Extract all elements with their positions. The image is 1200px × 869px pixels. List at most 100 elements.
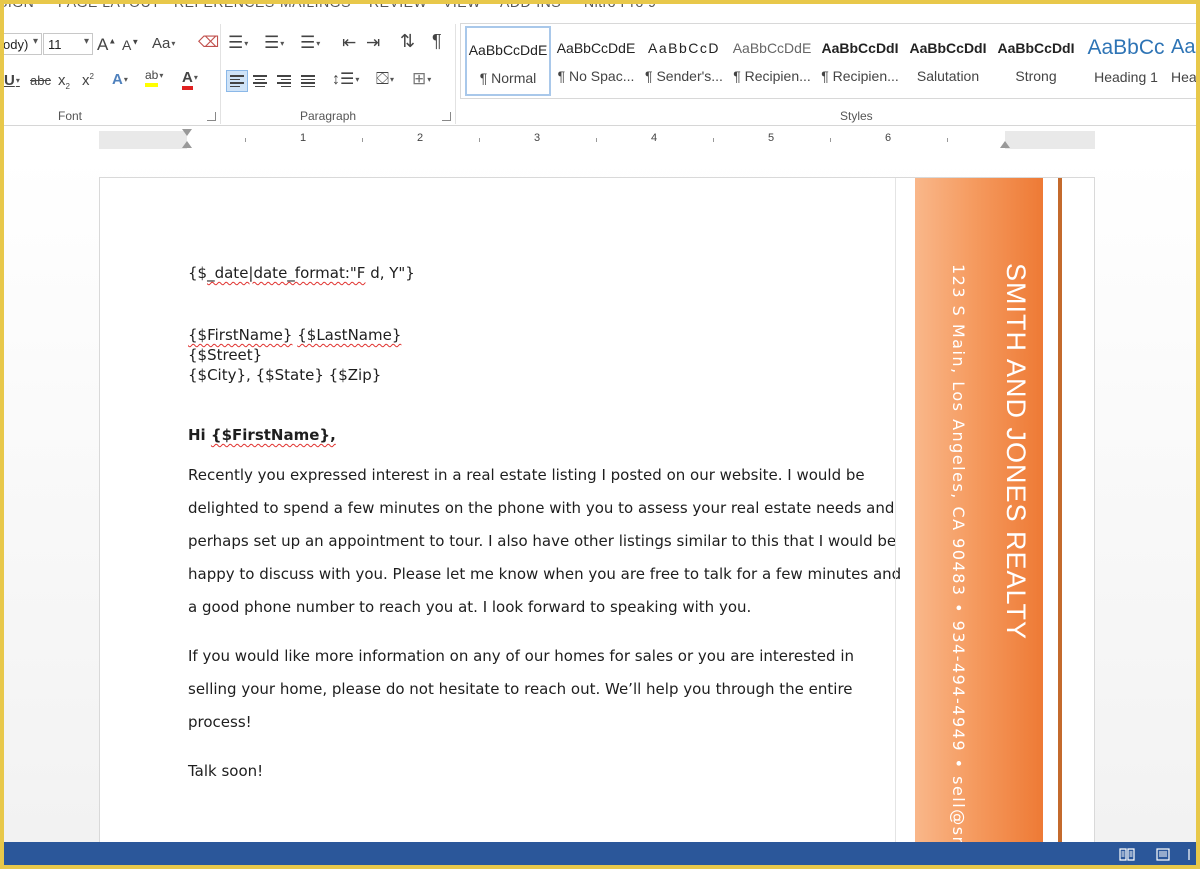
ruler-number: 4 [651,132,658,144]
paragraph-line: selling your home, please do not hesitat… [188,680,853,698]
font-size-select[interactable]: 11 ▾ [43,33,93,55]
paragraph-dialog-launcher-icon[interactable] [442,112,451,121]
company-name: SMITH AND JONES REALTY [1001,263,1031,641]
ribbon-tabs: SIGN PAGE LAYOUT REFERENCES MAILINGS REV… [0,0,1200,18]
style-preview: AaBbCcDdI [997,40,1075,56]
style-recipient-1[interactable]: AaBbCcDdE ¶ Recipien... [729,26,815,96]
align-left-icon[interactable] [226,70,248,92]
read-mode-icon[interactable] [1118,847,1136,862]
show-formatting-marks-icon[interactable]: ¶ [432,32,442,50]
group-separator [455,24,456,124]
date-field-main: _date|date_format:"F [207,264,366,282]
change-case-label: Aa [152,35,171,52]
tab-view[interactable]: VIEW [443,0,481,10]
style-strong[interactable]: AaBbCcDdI Strong [993,26,1079,96]
web-layout-icon[interactable] [1186,847,1198,862]
styles-group-label: Styles [840,109,873,123]
ruler-tick [713,138,714,142]
date-field-prefix: {$ [188,264,208,282]
style-senders[interactable]: AaBbCcD ¶ Sender's... [641,26,727,96]
greeting-prefix: Hi [188,426,211,444]
ruler-tick [362,138,363,142]
style-preview: AaBbCcDdE [732,40,812,56]
closing-line: Talk soon! [188,762,264,780]
paragraph-line: Recently you expressed interest in a rea… [188,466,865,484]
hanging-indent-marker[interactable] [182,141,192,148]
ruler-number: 1 [300,132,307,144]
lastname-field: {$LastName} [297,326,402,344]
tab-review[interactable]: REVIEW [369,0,427,10]
increase-indent-icon[interactable]: ⇥ [366,34,380,51]
change-case-button[interactable]: Aa▾ [152,36,175,51]
multilevel-list-icon[interactable]: ☰▾ [300,34,320,51]
numbering-icon[interactable]: ☰▾ [264,34,284,51]
street-field: {$Street} [188,346,263,364]
tab-nitro-pro[interactable]: Nitro Pro 9 [584,0,656,10]
city-state-zip-field: {$City}, {$State} {$Zip} [188,366,382,384]
text-effects-icon[interactable]: A▾ [112,72,128,87]
tab-design[interactable]: SIGN [0,0,34,10]
ruler-number: 6 [885,132,892,144]
tab-references[interactable]: REFERENCES [174,0,275,10]
style-name: ¶ Sender's... [645,68,723,84]
right-indent-marker[interactable] [1000,141,1010,148]
shrink-font-icon[interactable]: A▼ [122,38,139,52]
greeting: Hi {$FirstName}, [188,426,336,444]
font-color-icon[interactable]: A▾ [182,69,198,90]
strikethrough-icon[interactable]: abc [30,74,51,87]
highlight-icon[interactable]: ab▾ [145,68,163,87]
sort-icon[interactable]: ⇅ [400,32,415,50]
paragraph-line: process! [188,713,252,731]
style-preview: AaBbCcDdE [556,40,636,56]
ruler-number: 3 [534,132,541,144]
font-name-select[interactable]: ody) ▾ [0,33,42,55]
line-spacing-icon[interactable]: ↕☰▾ [332,72,359,88]
paragraph-line: a good phone number to reach you at. I l… [188,598,752,616]
firstname-field: {$FirstName} [188,326,293,344]
greeting-field: {$FirstName}, [210,426,336,444]
document-page[interactable]: {$_date|date_format:"F d, Y"} {$FirstNam… [99,177,1095,842]
bullets-icon[interactable]: ☰▾ [228,34,248,51]
chevron-down-icon: ▾ [32,36,38,47]
first-line-indent-marker[interactable] [182,129,192,136]
style-normal[interactable]: AaBbCcDdE ¶ Normal [465,26,551,96]
style-salutation[interactable]: AaBbCcDdI Salutation [905,26,991,96]
underline-icon[interactable]: U▾ [4,73,20,88]
font-group-label: Font [58,109,83,123]
subscript-icon[interactable]: x2 [58,73,70,91]
shading-icon[interactable]: ⛋▾ [376,70,394,87]
body-paragraph-1: Recently you expressed interest in a rea… [188,459,901,624]
ruler-number: 2 [417,132,424,144]
font-dialog-launcher-icon[interactable] [207,112,216,121]
borders-icon[interactable]: ⊞▾ [412,70,431,87]
ruler-number: 5 [768,132,775,144]
style-name: ¶ Recipien... [733,68,811,84]
style-name: Salutation [916,68,980,84]
style-no-spacing[interactable]: AaBbCcDdE ¶ No Spac... [553,26,639,96]
align-right-icon[interactable] [274,70,296,92]
align-center-icon[interactable] [250,70,272,92]
tab-add-ins[interactable]: ADD-INS [500,0,561,10]
decrease-indent-icon[interactable]: ⇤ [342,34,356,51]
superscript-icon[interactable]: x2 [82,73,94,89]
style-heading-1[interactable]: AaBbCc Heading 1 [1081,26,1171,96]
justify-icon[interactable] [298,70,320,92]
tab-page-layout[interactable]: PAGE LAYOUT [58,0,160,10]
style-recipient-2[interactable]: AaBbCcDdI ¶ Recipien... [817,26,903,96]
horizontal-ruler[interactable]: 1 2 3 4 5 6 [99,129,1095,149]
chevron-down-icon: ▾ [83,36,89,47]
style-name: Heading 1 [1094,69,1158,85]
grow-font-icon[interactable]: A▲ [97,36,116,53]
page-margin-line [895,178,896,842]
font-size-value: 11 [48,37,62,52]
ruler-tick [245,138,246,142]
sidebar-stripe [1058,178,1062,842]
clear-formatting-icon[interactable]: ⌫ [198,35,219,50]
tab-mailings[interactable]: MAILINGS [280,0,351,10]
paragraph-line: perhaps set up an appointment to tour. I… [188,532,897,550]
print-layout-icon[interactable] [1154,847,1172,862]
date-merge-field: {$_date|date_format:"F d, Y"} [188,264,415,282]
styles-gallery: AaBbCcDdE ¶ Normal AaBbCcDdE ¶ No Spac..… [460,23,1200,99]
style-name: ¶ Normal [479,70,537,86]
style-heading-2[interactable]: Aa Hea [1171,26,1200,96]
